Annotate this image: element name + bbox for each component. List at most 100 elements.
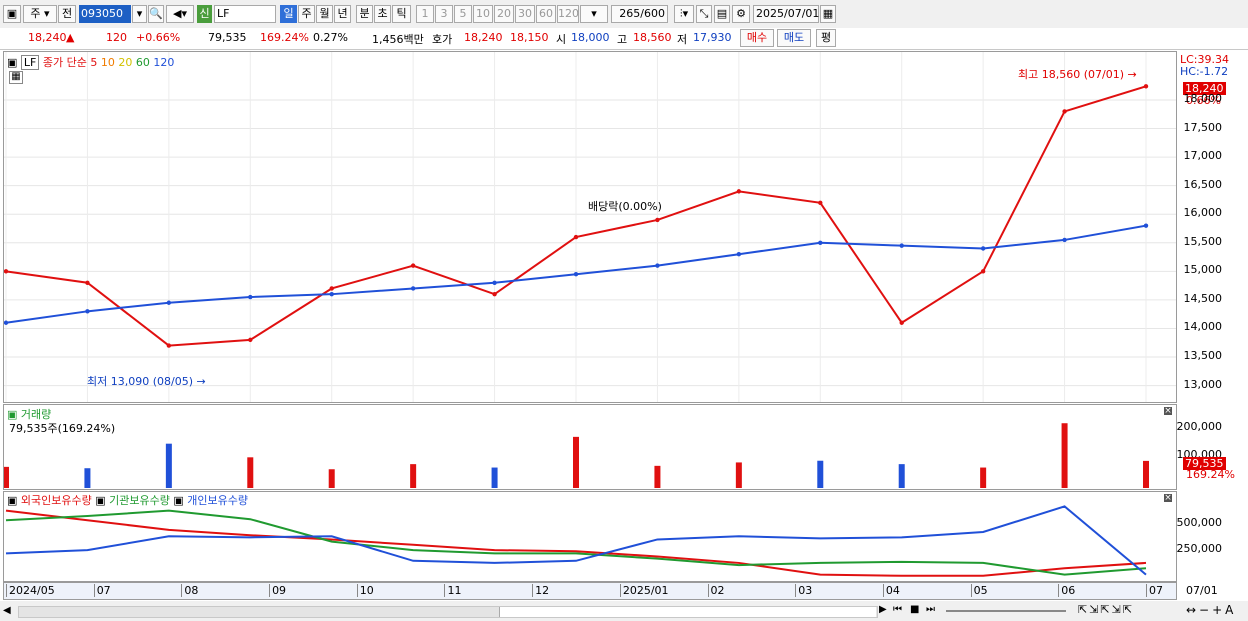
volume-last-pct: 169.24% xyxy=(1186,468,1235,481)
series-point xyxy=(573,234,579,240)
stop-icon[interactable]: ■ xyxy=(910,604,919,615)
volume-bar xyxy=(247,457,254,488)
minute-5[interactable]: 5 xyxy=(454,5,472,23)
new-badge[interactable]: 신 xyxy=(197,5,212,23)
calendar-icon[interactable]: ▦ xyxy=(820,5,836,23)
draw-tool-icon[interactable]: ⤡ xyxy=(696,5,712,23)
period-select[interactable]: 주 ▾ xyxy=(23,5,57,23)
speaker-icon[interactable]: ◀▾ xyxy=(166,5,194,23)
x-tick-label: 09 xyxy=(269,584,286,597)
horizontal-scrollbar[interactable] xyxy=(18,606,878,618)
gear-icon[interactable]: ⚙ xyxy=(732,5,750,23)
legend-institution: 기관보유수량 xyxy=(109,494,170,507)
volume-panel[interactable]: ▣ 거래량 79,535주(169.24%) × xyxy=(3,404,1177,490)
count-field[interactable]: 265/600 xyxy=(611,5,668,23)
series-point xyxy=(980,269,986,274)
date-field[interactable]: 2025/07/01 xyxy=(753,5,819,23)
interval-year[interactable]: 년 xyxy=(334,5,351,23)
zoom-slider[interactable] xyxy=(946,610,1066,612)
holding-box-icon: ▣ xyxy=(7,494,18,507)
bid-price: 18,150 xyxy=(510,31,549,44)
high-annotation-text: 최고 18,560 (07/01) xyxy=(1018,68,1125,81)
sell-button[interactable]: 매도 xyxy=(777,29,811,47)
interval-tick[interactable]: 틱 xyxy=(392,5,411,23)
scroll-left-icon[interactable]: ◀ xyxy=(3,604,15,618)
minute-120[interactable]: 120 xyxy=(557,5,579,23)
price-tick-label: 17,500 xyxy=(1183,120,1223,134)
volume-bar xyxy=(1143,460,1149,488)
volume-bar xyxy=(1061,423,1068,488)
high-annotation: 최고 18,560 (07/01) → xyxy=(1018,68,1137,81)
volume-chart[interactable] xyxy=(4,405,1176,489)
volume-bar xyxy=(84,468,91,488)
volume-bar xyxy=(165,443,172,488)
minute-60[interactable]: 60 xyxy=(536,5,556,23)
volume-bar xyxy=(491,467,498,488)
price-tick-label: 15,000 xyxy=(1183,263,1223,277)
search-icon[interactable]: 🔍 xyxy=(148,5,164,23)
amount: 1,456백만 xyxy=(372,33,424,46)
series-point xyxy=(899,243,904,248)
interval-second[interactable]: 초 xyxy=(374,5,391,23)
scroll-thumb[interactable] xyxy=(499,607,876,617)
price-tick-label: 17,000 xyxy=(1183,149,1223,163)
minute-3[interactable]: 3 xyxy=(435,5,453,23)
forward-icon[interactable]: ⏭ xyxy=(926,604,935,615)
price-panel[interactable]: ▣ LF 종가 단순 5 10 20 60 120 ▦ 최고 18,560 (0… xyxy=(3,51,1177,403)
period-label: 주 xyxy=(30,7,41,20)
ma-60-label: 60 xyxy=(135,56,150,69)
draw-tools-icon[interactable]: ⇱⇲⇱⇲⇱ xyxy=(1078,603,1134,616)
x-tick-label: 03 xyxy=(795,584,812,597)
volume-axis: 200,000 100,000 79,535 169.24% xyxy=(1177,404,1248,490)
eval-button[interactable]: 평 xyxy=(816,29,836,47)
price-axis: LC:39.34 HC:-1.72 18,240 0.66% 18,000 17,… xyxy=(1178,51,1248,403)
price-tick-label: 14,500 xyxy=(1183,291,1223,305)
minute-30[interactable]: 30 xyxy=(515,5,535,23)
stock-code-input[interactable]: 093050 xyxy=(79,5,131,23)
minute-20[interactable]: 20 xyxy=(494,5,514,23)
stock-name-field[interactable]: LF xyxy=(214,5,276,23)
code-dropdown-icon[interactable]: ▾ xyxy=(132,5,147,23)
quote-bar: 18,240 ▲ 120 +0.66% 79,535 169.24% 0.27%… xyxy=(0,28,1248,50)
holding-panel[interactable]: ▣ 외국인보유수량 ▣ 기관보유수량 ▣ 개인보유수량 × xyxy=(3,491,1177,582)
toolbar: ▣ 주 ▾ 전 093050 ▾ 🔍 ◀▾ 신 LF 일 주 월 년 분 초 틱… xyxy=(0,0,1248,29)
minute-10[interactable]: 10 xyxy=(473,5,493,23)
low-annotation-text: 최저 13,090 (08/05) xyxy=(87,375,194,388)
count-total: /600 xyxy=(640,7,665,20)
minute-1[interactable]: 1 xyxy=(416,5,434,23)
open-price: 18,000 xyxy=(571,31,610,44)
buy-button[interactable]: 매수 xyxy=(740,29,774,47)
series-point xyxy=(85,280,90,285)
interval-day[interactable]: 일 xyxy=(280,5,297,23)
volume-bar xyxy=(410,464,417,488)
zoom-controls-icon[interactable]: ↔−+A xyxy=(1186,603,1236,617)
interval-minute[interactable]: 분 xyxy=(356,5,373,23)
price-chart[interactable] xyxy=(4,52,1176,402)
holding-close-icon[interactable]: × xyxy=(1164,494,1172,503)
price-tick-label: 15,500 xyxy=(1183,234,1223,248)
price-tick-label: 16,500 xyxy=(1183,177,1223,191)
volume-close-icon[interactable]: × xyxy=(1164,407,1172,416)
x-tick-label: 11 xyxy=(444,584,461,597)
prev-button[interactable]: 전 xyxy=(58,5,76,23)
series-point xyxy=(329,286,334,291)
price-tick-label: 13,000 xyxy=(1183,377,1223,391)
price-tick-label: 18,000 xyxy=(1183,91,1223,105)
window-menu-icon[interactable]: ▣ xyxy=(3,5,21,23)
bottom-toolbar: ◀ ▶ ⏮ ■ ⏭ ⇱⇲⇱⇲⇱ ↔−+A xyxy=(0,601,1248,621)
price-legend: ▣ LF 종가 단순 5 10 20 60 120 xyxy=(7,54,174,70)
interval-month[interactable]: 월 xyxy=(316,5,333,23)
interval-week[interactable]: 주 xyxy=(298,5,315,23)
minute-custom-select[interactable]: ▾ xyxy=(580,5,608,23)
x-axis-right-label: 07/01 xyxy=(1186,584,1218,597)
x-tick-label: 12 xyxy=(532,584,549,597)
scroll-right-icon[interactable]: ▶ xyxy=(879,604,887,615)
save-icon[interactable]: ▤ xyxy=(714,5,730,23)
x-axis: 2024/05 07 08 09 10 11 12 2025/01 02 03 04 05 06 07 xyxy=(3,582,1177,600)
series-point xyxy=(4,269,9,274)
series-point xyxy=(1062,237,1067,243)
table-icon[interactable]: ▦ xyxy=(9,71,23,84)
candle-type-icon[interactable]: ⫶▾ xyxy=(674,5,694,23)
series-point xyxy=(818,200,823,205)
rewind-icon[interactable]: ⏮ xyxy=(893,604,902,615)
